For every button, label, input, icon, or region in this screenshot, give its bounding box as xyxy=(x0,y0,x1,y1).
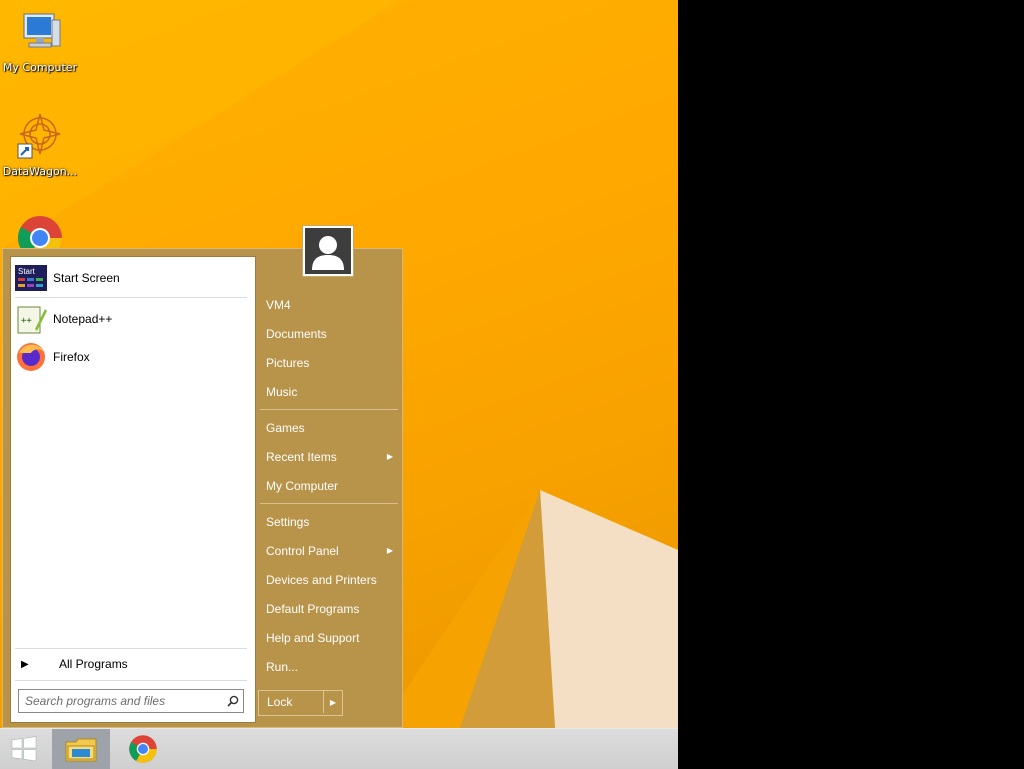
desktop-icon-label: My Computer xyxy=(2,61,78,74)
menu-item-help-support[interactable]: Help and Support xyxy=(259,625,399,651)
menu-item-recent-items[interactable]: Recent Items ▶ xyxy=(259,444,399,470)
lock-button[interactable]: Lock xyxy=(259,691,324,713)
divider xyxy=(15,648,247,649)
search-input[interactable] xyxy=(19,692,223,710)
menu-item-devices-printers[interactable]: Devices and Printers xyxy=(259,567,399,593)
windows-start-icon xyxy=(11,736,37,762)
divider xyxy=(260,409,398,410)
pinned-firefox[interactable]: Firefox xyxy=(15,340,247,374)
desktop-icon-my-computer[interactable]: My Computer xyxy=(2,8,78,74)
all-programs-button[interactable]: ▶ All Programs xyxy=(15,653,247,675)
pinned-label: Firefox xyxy=(53,350,90,364)
menu-item-run[interactable]: Run... xyxy=(259,654,399,680)
submenu-arrow-icon: ▶ xyxy=(386,546,393,555)
taskbar-chrome[interactable] xyxy=(118,729,168,769)
svg-text:++: ++ xyxy=(21,316,32,326)
svg-text:Start: Start xyxy=(18,267,36,276)
menu-item-settings[interactable]: Settings xyxy=(259,509,399,535)
pinned-start-screen[interactable]: Start Start Screen xyxy=(15,261,247,295)
user-icon xyxy=(312,236,344,270)
start-screen-icon: Start xyxy=(15,262,47,294)
menu-item-default-programs[interactable]: Default Programs xyxy=(259,596,399,622)
lock-options-arrow-icon[interactable]: ▶ xyxy=(324,691,342,713)
pinned-label: Start Screen xyxy=(53,271,120,285)
divider xyxy=(260,503,398,504)
file-explorer-icon xyxy=(65,738,97,762)
pinned-notepadpp[interactable]: ++ Notepad++ xyxy=(15,302,247,336)
menu-item-games[interactable]: Games xyxy=(259,415,399,441)
divider xyxy=(15,680,247,681)
arrow-right-icon: ▶ xyxy=(21,658,29,670)
datawagon-icon xyxy=(17,113,61,159)
search-box xyxy=(18,689,244,713)
taskbar xyxy=(0,728,678,769)
user-avatar[interactable] xyxy=(302,225,354,277)
start-button[interactable] xyxy=(0,729,48,769)
menu-item-music[interactable]: Music xyxy=(259,379,399,405)
menu-item-vm4[interactable]: VM4 xyxy=(259,292,399,318)
taskbar-file-explorer[interactable] xyxy=(52,729,110,769)
pinned-label: Notepad++ xyxy=(53,312,113,326)
firefox-icon xyxy=(15,341,47,373)
desktop-icon-datawagon[interactable]: DataWagon... xyxy=(2,110,78,178)
all-programs-label: All Programs xyxy=(59,657,128,671)
desktop-icon-label: DataWagon... xyxy=(2,165,78,178)
chrome-icon xyxy=(129,735,157,763)
lock-split-button: Lock ▶ xyxy=(258,690,343,716)
programs-pane: Start Start Screen ++ Notepad++ Firefox … xyxy=(10,256,256,723)
menu-item-pictures[interactable]: Pictures xyxy=(259,350,399,376)
submenu-arrow-icon: ▶ xyxy=(386,452,393,461)
menu-item-my-computer[interactable]: My Computer xyxy=(259,473,399,499)
start-menu: Start Start Screen ++ Notepad++ Firefox … xyxy=(2,225,403,728)
divider xyxy=(15,297,247,298)
menu-item-documents[interactable]: Documents xyxy=(259,321,399,347)
notepadpp-icon: ++ xyxy=(15,303,47,335)
computer-icon xyxy=(23,13,61,48)
search-icon[interactable] xyxy=(223,695,243,707)
menu-item-control-panel[interactable]: Control Panel ▶ xyxy=(259,538,399,564)
